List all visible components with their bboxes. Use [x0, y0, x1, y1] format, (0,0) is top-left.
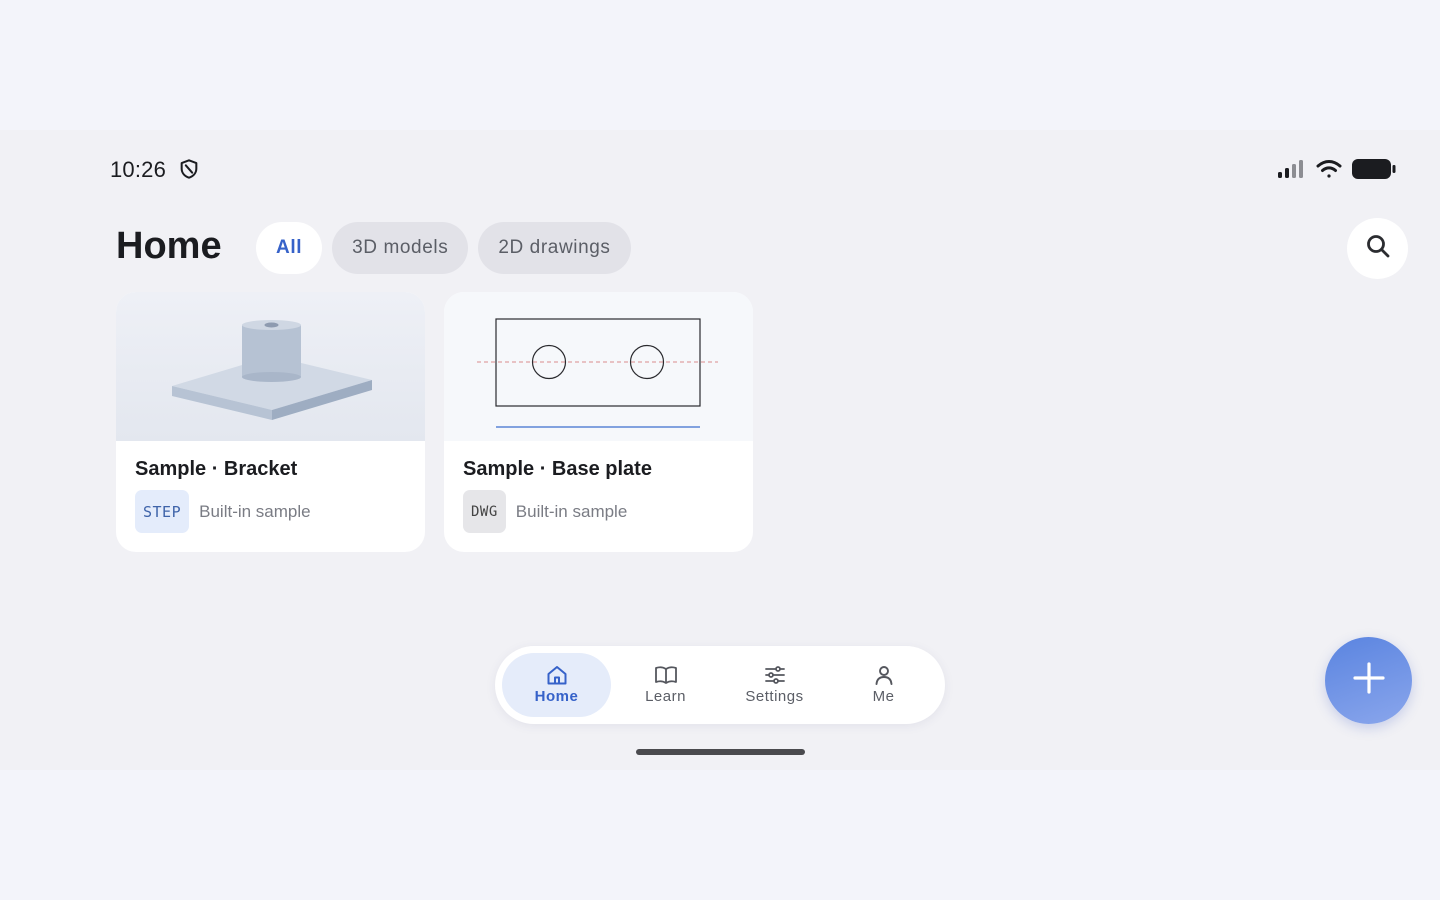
card-meta: DWG Built-in sample [463, 490, 627, 533]
search-icon [1365, 233, 1391, 264]
app-screen: 10:26 Home All 3D models 2D drawings Sam… [0, 130, 1440, 770]
card-title: Sample · Bracket [135, 458, 298, 480]
filter-chip-all[interactable]: All [256, 222, 323, 274]
shield-icon [178, 158, 200, 180]
signal-icon [1278, 159, 1306, 179]
wifi-icon [1316, 159, 1342, 179]
card-title: Sample · Base plate [463, 458, 652, 480]
nav-label: Me [872, 688, 895, 705]
filter-chips: All 3D models 2D drawings [256, 222, 631, 274]
nav-label: Home [534, 688, 579, 705]
file-card-bracket[interactable]: Sample · Bracket STEP Built-in sample [116, 292, 425, 552]
bracket-thumbnail [116, 292, 425, 441]
card-subtitle: Built-in sample [515, 501, 628, 521]
page-title: Home [116, 225, 222, 267]
card-subtitle: Built-in sample [199, 501, 311, 521]
book-icon [654, 665, 678, 685]
add-button[interactable] [1325, 637, 1412, 724]
search-button[interactable] [1347, 218, 1408, 279]
battery-icon [1352, 158, 1396, 180]
base-plate-thumbnail [444, 292, 753, 441]
file-card-base-plate[interactable]: Sample · Base plate DWG Built-in sample [444, 292, 753, 552]
nav-item-me[interactable]: Me [829, 653, 938, 717]
format-badge: DWG [463, 490, 506, 533]
sliders-icon [764, 665, 786, 685]
nav-item-settings[interactable]: Settings [720, 653, 829, 717]
bottom-navigation: Home Learn Settings Me [495, 646, 945, 724]
card-meta: STEP Built-in sample [135, 490, 311, 533]
filter-chip-3d-models[interactable]: 3D models [332, 222, 469, 274]
nav-label: Settings [745, 688, 804, 705]
person-icon [874, 665, 894, 685]
home-icon [546, 665, 568, 685]
nav-item-home[interactable]: Home [502, 653, 611, 717]
status-time: 10:26 [110, 157, 167, 182]
home-indicator[interactable] [636, 749, 805, 755]
filter-chip-2d-drawings[interactable]: 2D drawings [478, 222, 631, 274]
format-badge: STEP [135, 490, 190, 533]
status-icons [1278, 158, 1396, 180]
plus-icon [1352, 661, 1386, 700]
nav-item-learn[interactable]: Learn [611, 653, 720, 717]
nav-label: Learn [645, 688, 686, 705]
